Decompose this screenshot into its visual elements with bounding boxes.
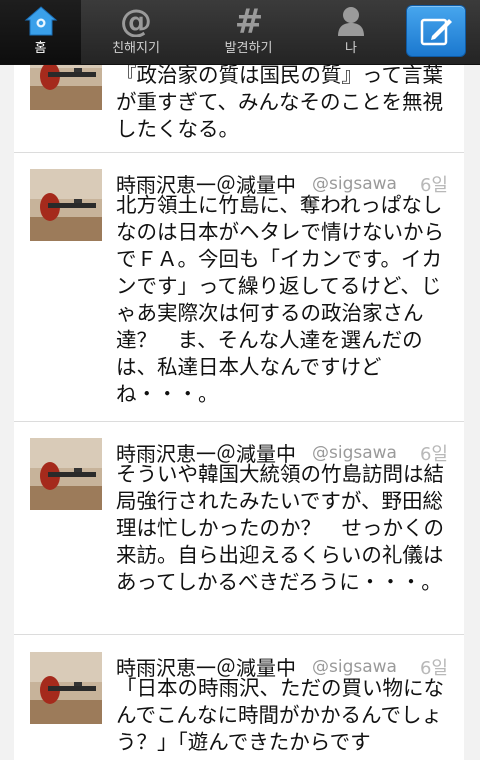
author-handle[interactable]: @sigsawa	[312, 174, 397, 194]
tab-discover[interactable]: # 발견하기	[191, 0, 306, 64]
tweet-text: 北方領土に竹島に、奪われっぱなしなのは日本がヘタレで情けないからでＦＡ。今回も「…	[116, 193, 444, 406]
compose-area	[396, 0, 480, 64]
tab-home[interactable]: 홈	[0, 0, 81, 64]
tweet-item[interactable]: 時雨沢恵一＠減量中 @sigsawa 6일 北方領土に竹島に、奪われっぱなしなの…	[14, 153, 464, 422]
tweet-text: 「日本の時雨沢、ただの買い物になんでこんなに時間がかかるんでしょう？」「遊んでき…	[116, 676, 444, 754]
avatar[interactable]	[30, 64, 102, 110]
tab-connect[interactable]: @ 친해지기	[81, 0, 191, 64]
at-icon: @	[119, 4, 153, 38]
tweet-item[interactable]: 時雨沢恵一＠減量中 @sigsawa 6일 そういや韓国大統領の竹島訪問は結局強…	[14, 422, 464, 635]
svg-text:@: @	[120, 5, 152, 37]
person-icon	[334, 4, 368, 38]
tweet-text: 『政治家の質は国民の質』って言葉が重すぎて、みんなそのことを無視したくなる。	[116, 64, 443, 141]
avatar[interactable]	[30, 438, 102, 510]
author-handle[interactable]: @sigsawa	[312, 443, 397, 463]
tab-discover-label: 발견하기	[224, 41, 273, 56]
author-handle[interactable]: @sigsawa	[312, 657, 397, 677]
tweet-item[interactable]: 『政治家の質は国民の質』って言葉が重すぎて、みんなそのことを無視したくなる。	[14, 64, 464, 153]
avatar[interactable]	[30, 652, 102, 724]
compose-icon	[420, 18, 452, 46]
compose-button[interactable]	[406, 5, 466, 57]
avatar[interactable]	[30, 169, 102, 241]
tweet-text: そういや韓国大統領の竹島訪問は結局強行されたみたいですが、野田総理は忙しかったの…	[116, 462, 444, 594]
tab-me[interactable]: 나	[306, 0, 396, 64]
tweet-item[interactable]: 時雨沢恵一＠減量中 @sigsawa 6일 「日本の時雨沢、ただの買い物になんで…	[14, 636, 464, 760]
timeline-feed[interactable]: 『政治家の質は国民の質』って言葉が重すぎて、みんなそのことを無視したくなる。 時…	[14, 64, 464, 760]
hash-icon: #	[232, 4, 266, 38]
home-icon	[24, 4, 58, 38]
tab-home-label: 홈	[34, 41, 47, 56]
top-navigation-bar: 홈 @ 친해지기 # 발견하기 나	[0, 0, 480, 65]
svg-text:#: #	[234, 5, 263, 37]
tab-connect-label: 친해지기	[112, 41, 160, 56]
tab-me-label: 나	[345, 41, 357, 56]
